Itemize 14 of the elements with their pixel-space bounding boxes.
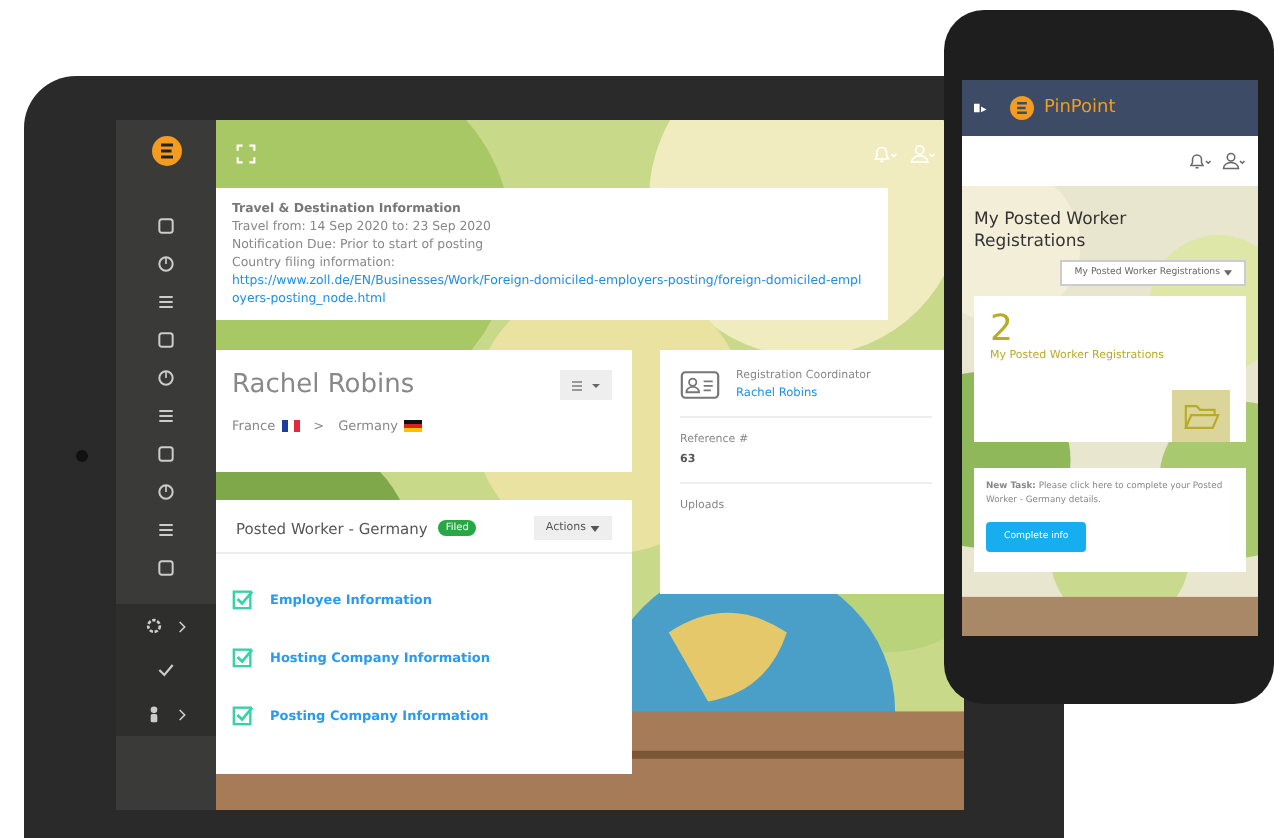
chevron-icon [178, 619, 188, 633]
user-icon[interactable] [1222, 152, 1246, 170]
settings-icon[interactable] [144, 616, 164, 636]
camera-dot [76, 450, 88, 462]
page-title: My Posted Worker Registrations [974, 210, 1129, 254]
stat-count: 2 [990, 308, 1013, 350]
folder-icon [1183, 403, 1219, 429]
check-icon[interactable] [156, 660, 176, 680]
bell-icon[interactable] [1188, 152, 1212, 170]
chevron-icon [178, 707, 188, 721]
logo-icon [151, 136, 181, 166]
logo-icon [1010, 96, 1034, 120]
app-name: PinPoint [1044, 98, 1116, 118]
caret-icon [1224, 270, 1232, 276]
